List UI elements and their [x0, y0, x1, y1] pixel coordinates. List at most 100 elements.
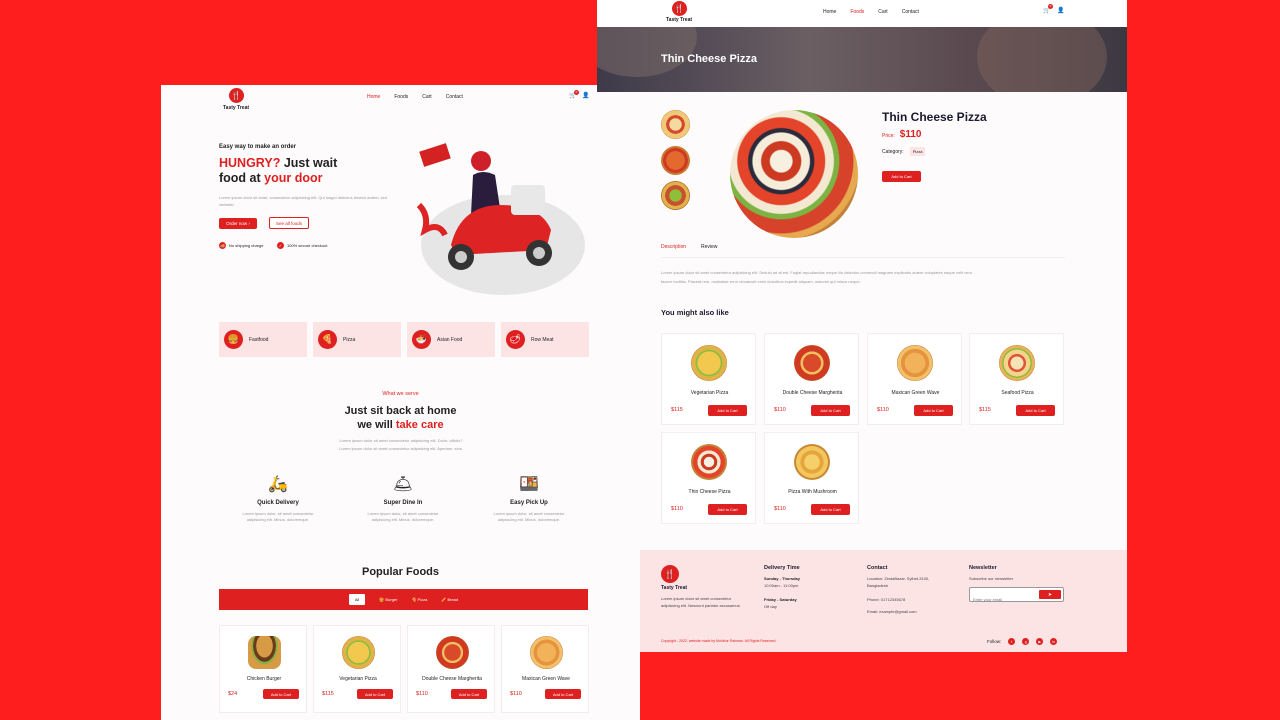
- filter-burger[interactable]: 🍔 Burger: [379, 597, 397, 602]
- service-title: Easy Pick Up: [510, 500, 548, 506]
- nav-foods[interactable]: Foods: [394, 94, 408, 100]
- category-tag[interactable]: Pizza: [909, 147, 926, 156]
- food-price: $110: [416, 691, 428, 697]
- service-title: Quick Delivery: [257, 500, 299, 506]
- main-nav: Home Foods Cart Contact: [367, 94, 463, 100]
- food-price: $110: [877, 407, 889, 413]
- related-card: Thin Cheese Pizza $110 Add to Cart: [661, 432, 756, 524]
- nav-cart[interactable]: Cart: [422, 94, 431, 100]
- section-title-red: take care: [395, 419, 444, 431]
- section-description-line1: Lorem ipsum dolor sit amet consectetur a…: [339, 438, 463, 443]
- add-to-cart-button[interactable]: Add to Cart: [811, 504, 850, 515]
- feature-secure-label: 100% secure checkout: [287, 243, 328, 248]
- logo[interactable]: 🍴 Tasty Treat: [666, 1, 692, 23]
- food-name: Double Cheese Margherita: [422, 676, 482, 682]
- category-meat[interactable]: 🥩 Row Meat: [501, 322, 589, 357]
- filter-pizza[interactable]: 🍕 Pizza: [411, 597, 427, 602]
- add-to-cart-button[interactable]: Add to Cart: [811, 405, 850, 416]
- nav-home[interactable]: Home: [823, 9, 836, 15]
- category-pizza[interactable]: 🍕 Pizza: [313, 322, 401, 357]
- nav-foods[interactable]: Foods: [850, 9, 864, 15]
- facebook-icon[interactable]: f: [1008, 638, 1016, 645]
- add-to-cart-button[interactable]: Add to Cart: [708, 504, 747, 515]
- service-desc-line: adipisicing elit. Minus, doloremque.: [497, 517, 561, 522]
- newsletter-email-input[interactable]: [970, 593, 1035, 606]
- category-asian[interactable]: 🍜 Asian Food: [407, 322, 495, 357]
- nav-cart[interactable]: Cart: [878, 9, 887, 15]
- feature-shipping-label: No shipping charge: [229, 243, 264, 248]
- github-icon[interactable]: g: [1022, 638, 1030, 645]
- filter-label: Pizza: [417, 597, 428, 602]
- product-image: [730, 110, 858, 238]
- logo[interactable]: 🍴 Tasty Treat: [223, 88, 249, 111]
- pizza-icon: 🍕: [411, 597, 417, 602]
- product-thumbnail[interactable]: [661, 110, 690, 139]
- service-description: Lorem ipsum dolor, sit amet consectetur a…: [353, 511, 453, 523]
- delivery-days: Friday - Saturday: [764, 597, 797, 602]
- tab-description[interactable]: Description: [661, 244, 686, 250]
- category-label: Category:: [882, 148, 904, 155]
- burger-icon: 🍔: [224, 330, 243, 349]
- food-name: Maxican Green Wave: [891, 390, 940, 396]
- section-description-line2: Lorem ipsum dolor sit amet consectetur a…: [339, 446, 463, 451]
- food-price: $110: [774, 407, 786, 413]
- section-title-line2: we will: [357, 419, 396, 431]
- nav-contact[interactable]: Contact: [446, 94, 463, 100]
- burger-image: [248, 636, 281, 669]
- user-icon[interactable]: 👤: [582, 92, 589, 99]
- food-name: Chicken Burger: [246, 676, 282, 682]
- user-icon[interactable]: 👤: [1057, 7, 1064, 14]
- price-label: Price:: [882, 133, 895, 139]
- nav-home[interactable]: Home: [367, 94, 380, 100]
- footer-brand: 🍴 Tasty Treat Lorem ipsum dolor sit amet…: [661, 565, 740, 609]
- filter-label: Bread: [447, 597, 459, 602]
- newsletter-form: ➤: [969, 587, 1064, 606]
- food-price: $115: [671, 407, 683, 413]
- see-all-foods-button[interactable]: See all foods: [269, 217, 309, 229]
- product-price: Price: $110: [882, 129, 921, 140]
- pizza-slice-icon: 🍕: [318, 330, 337, 349]
- hero-tagline: Easy way to make an order: [219, 144, 297, 150]
- add-to-cart-button[interactable]: Add to Cart: [263, 689, 299, 699]
- nav-contact[interactable]: Contact: [902, 9, 919, 15]
- add-to-cart-button[interactable]: Add to Cart: [1016, 405, 1055, 416]
- food-name: Double Cheese Margherita: [782, 390, 843, 396]
- cart-badge: 0: [1048, 4, 1053, 9]
- add-to-cart-button[interactable]: Add to Cart: [545, 689, 581, 699]
- related-card: Seafood Pizza $115 Add to Cart: [969, 333, 1064, 425]
- burger-icon: 🍔: [379, 597, 385, 602]
- category-fastfood[interactable]: 🍔 Fastfood: [219, 322, 307, 357]
- linkedin-icon[interactable]: in: [1050, 638, 1058, 645]
- food-card: Maxican Green Wave $110 Add to Cart: [501, 625, 589, 713]
- footer-delivery: Delivery Time Sunday - Thursday 10:00am …: [764, 565, 800, 610]
- tab-review[interactable]: Review: [701, 244, 717, 250]
- contact-email: Email: example@gmail.com: [867, 609, 917, 614]
- description-line: facere mollitia. Placeat rem, molestiae …: [661, 279, 861, 284]
- filter-label: Burger: [385, 597, 398, 602]
- feature-shipping: 🚚 No shipping charge: [219, 242, 263, 249]
- add-to-cart-button[interactable]: Add to Cart: [882, 171, 921, 182]
- filter-bread[interactable]: 🥖 Bread: [441, 597, 458, 602]
- section-title-line1: Just sit back at home: [344, 405, 457, 417]
- send-icon[interactable]: ➤: [1039, 590, 1061, 599]
- filter-all[interactable]: All: [348, 594, 366, 605]
- main-nav: Home Foods Cart Contact: [823, 9, 919, 15]
- footer-heading: Newsletter: [969, 565, 997, 571]
- newsletter-subtitle: Subscribe our newsletter: [969, 576, 1014, 581]
- add-to-cart-button[interactable]: Add to Cart: [451, 689, 487, 699]
- food-card: Vegetarian Pizza $115 Add to Cart: [313, 625, 401, 713]
- related-card: Vegetarian Pizza $115 Add to Cart: [661, 333, 756, 425]
- add-to-cart-button[interactable]: Add to Cart: [708, 405, 747, 416]
- add-to-cart-button[interactable]: Add to Cart: [357, 689, 393, 699]
- product-thumbnail[interactable]: [661, 146, 690, 175]
- tab-divider: [661, 257, 1065, 258]
- delivery-scooter-illustration: [416, 143, 585, 295]
- order-now-button[interactable]: Order now ›: [219, 218, 257, 229]
- add-to-cart-button[interactable]: Add to Cart: [914, 405, 953, 416]
- product-thumbnail[interactable]: [661, 181, 690, 210]
- youtube-icon[interactable]: ▶: [1036, 638, 1044, 645]
- meat-icon: 🥩: [506, 330, 525, 349]
- service-quick-delivery: 🛵 Quick Delivery Lorem ipsum dolor, sit …: [228, 474, 328, 523]
- feature-secure: ✓ 100% secure checkout: [277, 242, 327, 249]
- pizza-image: [342, 636, 375, 669]
